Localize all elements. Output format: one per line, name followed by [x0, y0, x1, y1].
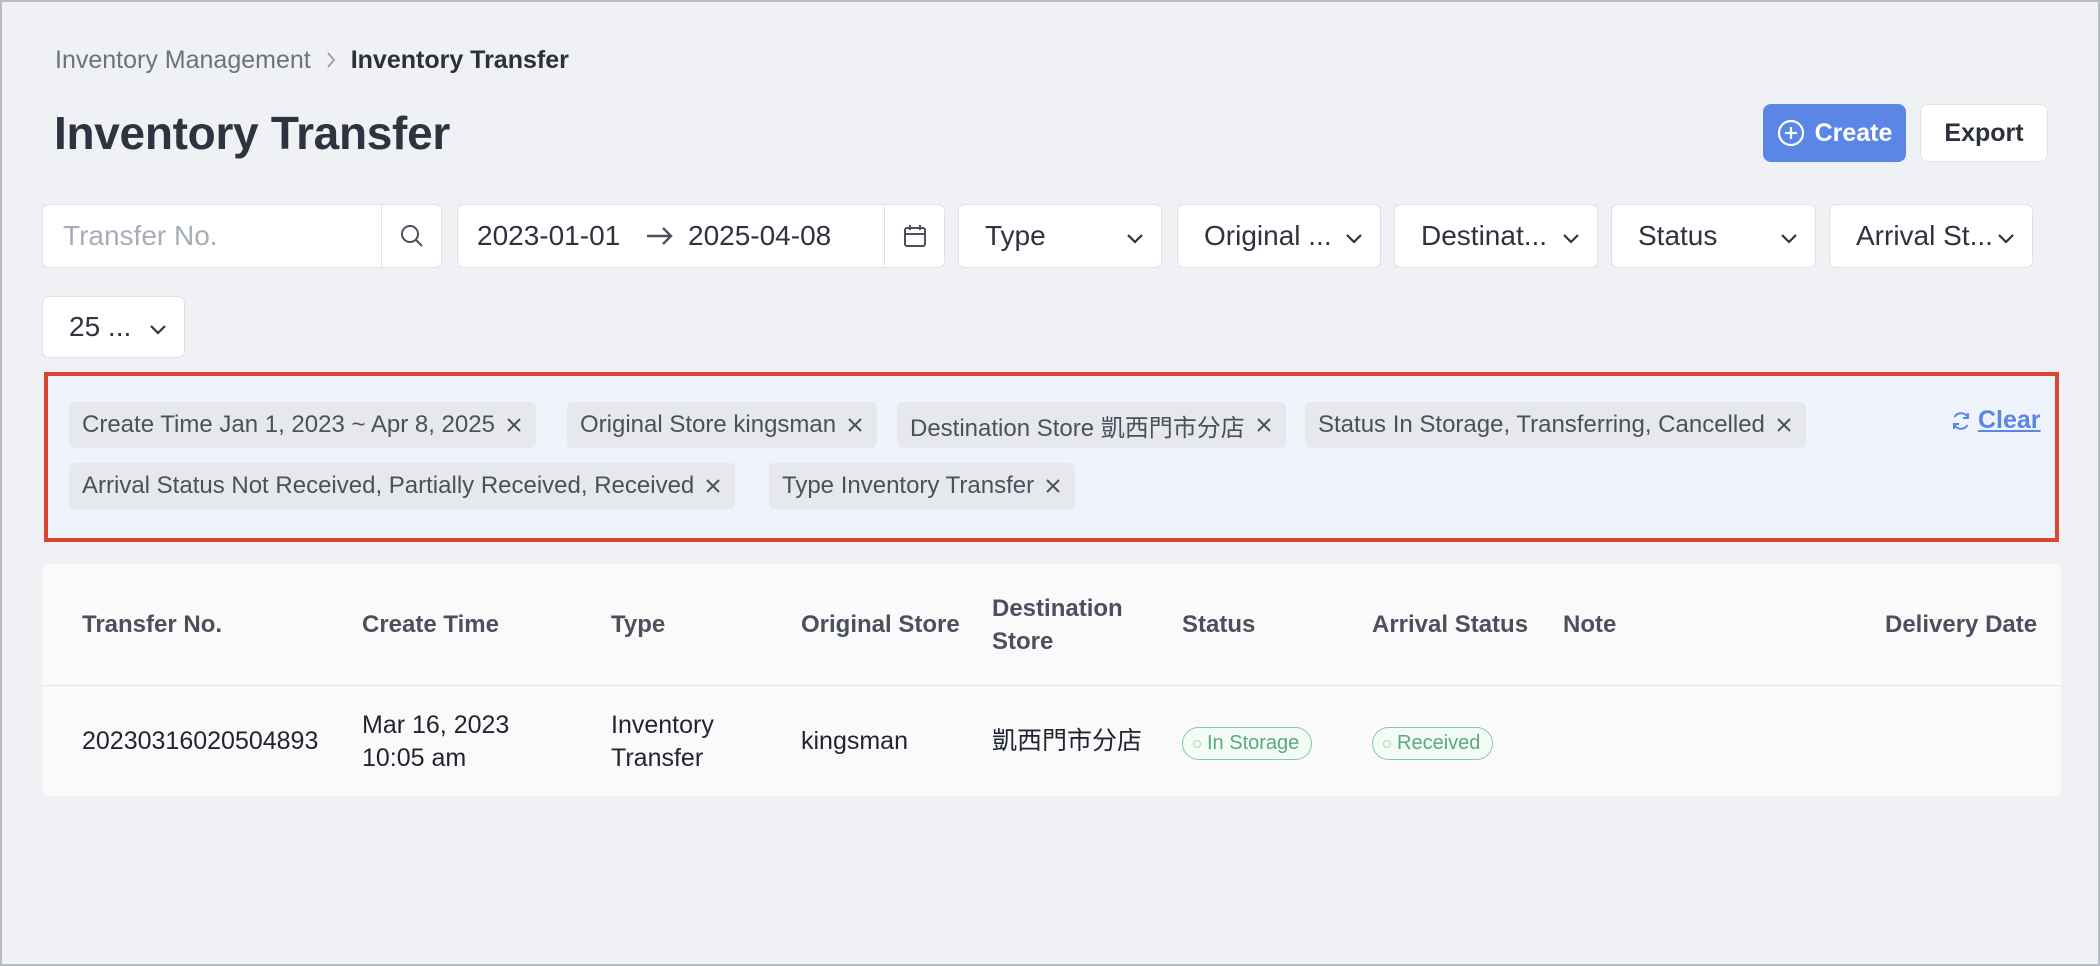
search-icon[interactable]: [381, 205, 441, 267]
page-size-select-label: 25 ...: [69, 311, 132, 342]
breadcrumb: Inventory Management Inventory Transfer: [55, 44, 569, 76]
status-badge-label: In Storage: [1207, 732, 1300, 754]
date-range-picker[interactable]: 2023-01-01 2025-04-08: [457, 204, 945, 268]
column-create-time[interactable]: Create Time: [362, 608, 499, 641]
arrival-status-select[interactable]: Arrival St...: [1829, 204, 2033, 268]
original-store-select-label: Original ...: [1204, 220, 1332, 251]
column-destination-store-line2: Store: [992, 628, 1054, 655]
arrival-status-badge-label: Received: [1397, 732, 1481, 754]
cell-create-clock: 10:05 am: [362, 744, 467, 772]
chevron-down-icon: [1779, 220, 1799, 252]
create-button-label: Create: [1814, 118, 1893, 147]
export-button[interactable]: Export: [1920, 104, 2048, 162]
arrival-status-select-label: Arrival St...: [1856, 220, 1993, 251]
filter-tag-original-store: Original Store kingsman: [567, 402, 878, 448]
clear-filters-button[interactable]: Clear: [1950, 406, 2041, 435]
chevron-right-icon: [325, 51, 337, 69]
filter-tag-label: Arrival Status Not Received, Partially R…: [82, 472, 695, 499]
cell-transfer-no[interactable]: 20230316020504893: [82, 725, 318, 758]
cell-destination-store: 凱西門市分店: [992, 727, 1143, 755]
status-badge: In Storage: [1182, 727, 1313, 760]
breadcrumb-current: Inventory Transfer: [350, 45, 569, 74]
plus-circle-icon: [1777, 119, 1805, 147]
cell-create-date: Mar 16, 2023: [362, 711, 510, 739]
arrow-right-icon: [638, 225, 682, 247]
date-start[interactable]: 2023-01-01: [458, 220, 638, 252]
calendar-icon[interactable]: [884, 205, 944, 267]
column-destination-store[interactable]: Destination Store: [992, 592, 1123, 658]
column-status[interactable]: Status: [1182, 608, 1255, 641]
close-icon[interactable]: [1775, 416, 1793, 434]
column-destination-store-line1: Destination: [992, 595, 1123, 622]
status-dot-icon: [1193, 739, 1201, 748]
close-icon[interactable]: [1044, 477, 1062, 495]
filter-tag-label: Original Store kingsman: [580, 411, 837, 438]
breadcrumb-parent-link[interactable]: Inventory Management: [55, 46, 311, 75]
column-arrival-status[interactable]: Arrival Status: [1372, 608, 1528, 641]
filter-tag-arrival-status: Arrival Status Not Received, Partially R…: [69, 463, 736, 509]
refresh-icon: [1950, 410, 1972, 432]
column-original-store[interactable]: Original Store: [801, 608, 960, 641]
column-transfer-no[interactable]: Transfer No.: [82, 608, 222, 641]
cell-create-time: Mar 16, 2023 10:05 am: [362, 709, 509, 775]
create-button[interactable]: Create: [1763, 104, 1906, 162]
filter-tag-label: Create Time Jan 1, 2023 ~ Apr 8, 2025: [82, 411, 495, 438]
chevron-down-icon: [1561, 220, 1581, 252]
transfer-table: Transfer No. Create Time Type Original S…: [42, 564, 2061, 796]
status-dot-icon: [1383, 739, 1391, 748]
close-icon[interactable]: [846, 416, 864, 434]
filter-tag-destination-store: Destination Store 凱西門市分店: [897, 402, 1286, 448]
filter-tag-status: Status In Storage, Transferring, Cancell…: [1305, 402, 1806, 448]
cell-original-store: kingsman: [801, 727, 908, 755]
filter-tag-label: Type Inventory Transfer: [782, 472, 1035, 499]
arrival-status-badge: Received: [1372, 727, 1494, 760]
column-delivery-date[interactable]: Delivery Date: [1885, 608, 2037, 641]
destination-store-select-label: Destinat...: [1421, 220, 1548, 251]
table-row[interactable]: 20230316020504893 Mar 16, 2023 10:05 am …: [42, 687, 2061, 796]
cell-type: Inventory Transfer: [611, 709, 714, 775]
chevron-down-icon: [1344, 220, 1364, 252]
chevron-down-icon: [148, 311, 168, 343]
filter-tag-label: Status In Storage, Transferring, Cancell…: [1318, 411, 1765, 438]
close-icon[interactable]: [704, 477, 722, 495]
type-select[interactable]: Type: [958, 204, 1162, 268]
destination-store-select[interactable]: Destinat...: [1394, 204, 1598, 268]
close-icon[interactable]: [1255, 416, 1273, 434]
column-type[interactable]: Type: [611, 608, 665, 641]
chevron-down-icon: [1125, 220, 1145, 252]
table-header: Transfer No. Create Time Type Original S…: [42, 564, 2061, 686]
search-input[interactable]: Transfer No.: [43, 220, 381, 252]
cell-type-line1: Inventory: [611, 711, 714, 739]
cell-type-line2: Transfer: [611, 744, 704, 772]
column-note[interactable]: Note: [1563, 608, 1616, 641]
status-select[interactable]: Status: [1611, 204, 1816, 268]
filter-tag-type: Type Inventory Transfer: [769, 463, 1076, 509]
transfer-no-search: Transfer No.: [42, 204, 442, 268]
clear-label: Clear: [1978, 406, 2041, 434]
date-end[interactable]: 2025-04-08: [682, 220, 862, 252]
page-title: Inventory Transfer: [54, 107, 450, 159]
type-select-label: Type: [985, 220, 1046, 251]
active-filters-panel: Create Time Jan 1, 2023 ~ Apr 8, 2025 Or…: [44, 372, 2059, 542]
original-store-select[interactable]: Original ...: [1177, 204, 1381, 268]
close-icon[interactable]: [505, 416, 523, 434]
filter-tag-label: Destination Store 凱西門市分店: [910, 414, 1245, 442]
filter-tag-create-time: Create Time Jan 1, 2023 ~ Apr 8, 2025: [69, 402, 536, 448]
chevron-down-icon: [1996, 220, 2016, 252]
page-size-select[interactable]: 25 ...: [42, 296, 185, 358]
status-select-label: Status: [1638, 220, 1718, 251]
